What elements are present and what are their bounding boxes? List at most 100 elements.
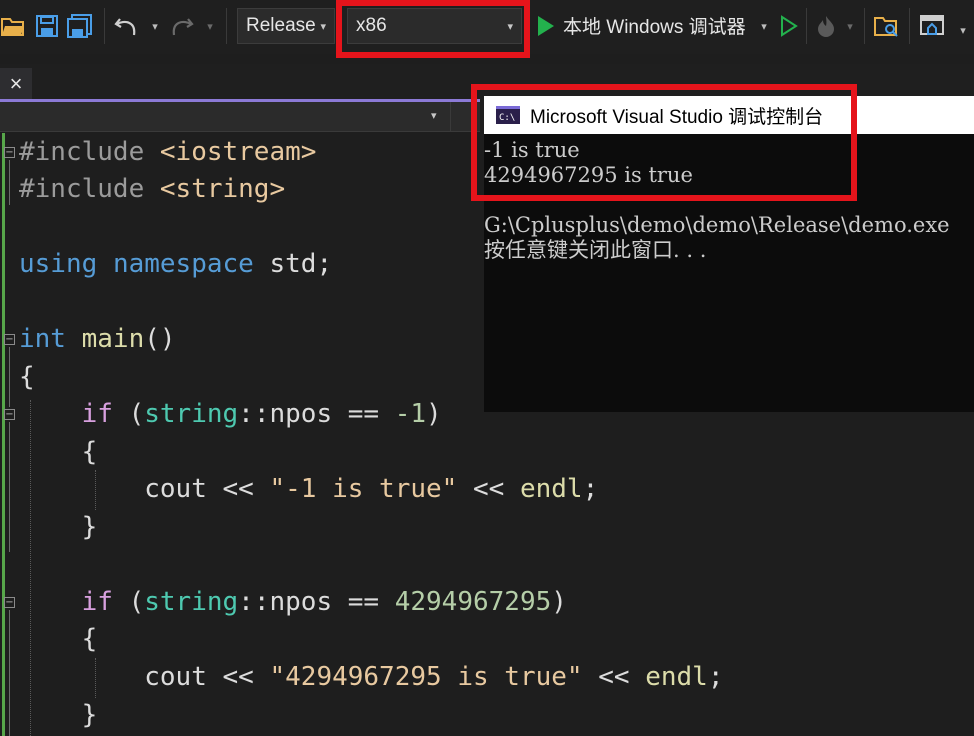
keyword: if: [81, 399, 113, 429]
number-literal: -1: [394, 399, 427, 429]
collapse-region-icon[interactable]: −: [4, 334, 15, 345]
type-name: string: [144, 399, 239, 429]
include-path: <iostream>: [159, 137, 317, 167]
chevron-down-icon: ▾: [320, 21, 326, 33]
punctuation: ): [551, 587, 567, 617]
identifier: std;: [269, 249, 333, 279]
brace: {: [81, 437, 98, 467]
punctuation: (: [128, 399, 145, 429]
undo-icon[interactable]: [112, 12, 140, 40]
keyword: int: [19, 324, 66, 354]
code-line-15: cout << "4294967295 is true" << endl;: [19, 659, 723, 696]
code-line-4: using namespace std;: [19, 246, 332, 283]
toolbar-separator: [806, 8, 807, 44]
code-line-9: {: [19, 434, 98, 471]
number-literal: 4294967295: [394, 587, 552, 617]
punctuation: (: [128, 587, 145, 617]
string-literal: "4294967295 is true": [269, 662, 583, 692]
operator: <<: [222, 474, 254, 504]
code-line-11: }: [19, 509, 98, 546]
outlining-line: [9, 347, 10, 407]
brace: }: [81, 512, 98, 542]
toolbar-separator: [104, 8, 105, 44]
collapse-region-icon[interactable]: −: [4, 597, 15, 608]
code-line-2: #include <string>: [19, 171, 285, 208]
save-icon[interactable]: [34, 12, 60, 40]
function-name: main: [81, 324, 145, 354]
toolbar-separator: [226, 8, 227, 44]
operator: <<: [472, 474, 505, 504]
outlining-line: [9, 160, 10, 205]
keyword: namespace: [112, 249, 254, 279]
change-tracking-bar: [2, 133, 5, 736]
identifier: cout: [144, 662, 207, 692]
document-tab-row: [0, 64, 974, 100]
console-app-icon: C:\: [496, 106, 520, 124]
function-name: endl: [645, 662, 708, 692]
outlining-line: [9, 610, 10, 736]
console-line-2: 4294967295 is true: [484, 163, 693, 187]
collapse-region-icon[interactable]: −: [4, 147, 15, 158]
undo-dropdown-icon[interactable]: ▾: [148, 18, 162, 34]
navigation-bar[interactable]: [0, 102, 480, 132]
preprocessor-directive: #include: [19, 174, 145, 204]
console-title-bar[interactable]: C:\ Microsoft Visual Studio 调试控制台: [484, 96, 974, 134]
brace: }: [81, 700, 98, 730]
identifier: cout: [144, 474, 207, 504]
console-title: Microsoft Visual Studio 调试控制台: [530, 106, 824, 128]
preprocessor-directive: #include: [19, 137, 145, 167]
toolbar-separator: [864, 8, 865, 44]
save-all-icon[interactable]: [66, 12, 94, 40]
code-line-13: if (string::npos == 4294967295): [19, 584, 567, 621]
platform-dropdown[interactable]: x86 ▾: [347, 8, 522, 44]
platform-value: x86: [356, 15, 387, 36]
layout-dropdown-icon[interactable]: ▾: [956, 22, 970, 38]
console-line-4: G:\Cplusplus\demo\demo\Release\demo.exe: [484, 213, 950, 237]
collapse-region-icon[interactable]: −: [4, 409, 15, 420]
code-line-14: {: [19, 621, 98, 658]
code-line-6: int main(): [19, 321, 176, 358]
operator: ::npos ==: [238, 587, 380, 617]
brace: {: [81, 624, 98, 654]
function-name: endl: [519, 474, 583, 504]
keyword: if: [81, 587, 113, 617]
console-line-5: 按任意键关闭此窗口. . .: [484, 238, 707, 262]
toolbar-separator: [909, 8, 910, 44]
code-line-7: {: [19, 359, 35, 396]
outlining-line: [9, 422, 10, 552]
string-literal: "-1 is true": [269, 474, 458, 504]
redo-icon[interactable]: [168, 12, 196, 40]
operator: <<: [598, 662, 630, 692]
punctuation: ): [426, 399, 442, 429]
configuration-dropdown[interactable]: Release ▾: [237, 8, 335, 44]
start-without-debugging-icon[interactable]: [778, 12, 800, 40]
console-line-1: -1 is true: [484, 138, 580, 162]
operator: <<: [222, 662, 254, 692]
svg-text:C:\: C:\: [499, 113, 515, 123]
code-line-8: if (string::npos == -1): [19, 396, 442, 433]
close-tab-button[interactable]: ×: [0, 68, 32, 100]
code-line-10: cout << "-1 is true" << endl;: [19, 471, 598, 508]
operator: ::npos ==: [238, 399, 380, 429]
keyword: using: [19, 249, 98, 279]
debugger-dropdown-icon[interactable]: ▾: [757, 18, 771, 34]
punctuation: ;: [707, 662, 724, 692]
code-line-16: }: [19, 697, 98, 734]
window-layout-icon[interactable]: [918, 12, 948, 40]
open-folder-icon[interactable]: [0, 12, 26, 40]
brace: {: [19, 362, 35, 392]
chevron-down-icon: ▾: [507, 21, 513, 33]
punctuation: ;: [582, 474, 599, 504]
type-name: string: [144, 587, 239, 617]
solution-explorer-icon[interactable]: [873, 12, 901, 40]
punctuation: (): [144, 324, 176, 354]
chevron-down-icon[interactable]: ▾: [431, 109, 437, 122]
hot-reload-icon[interactable]: [813, 12, 839, 40]
hot-reload-dropdown-icon[interactable]: ▾: [843, 18, 857, 34]
code-line-1: #include <iostream>: [19, 134, 316, 171]
include-path: <string>: [159, 174, 286, 204]
configuration-value: Release: [246, 15, 316, 36]
debugger-target-button[interactable]: 本地 Windows 调试器: [563, 12, 746, 39]
start-debugging-icon[interactable]: [535, 12, 557, 40]
redo-dropdown-icon[interactable]: ▾: [203, 18, 217, 34]
